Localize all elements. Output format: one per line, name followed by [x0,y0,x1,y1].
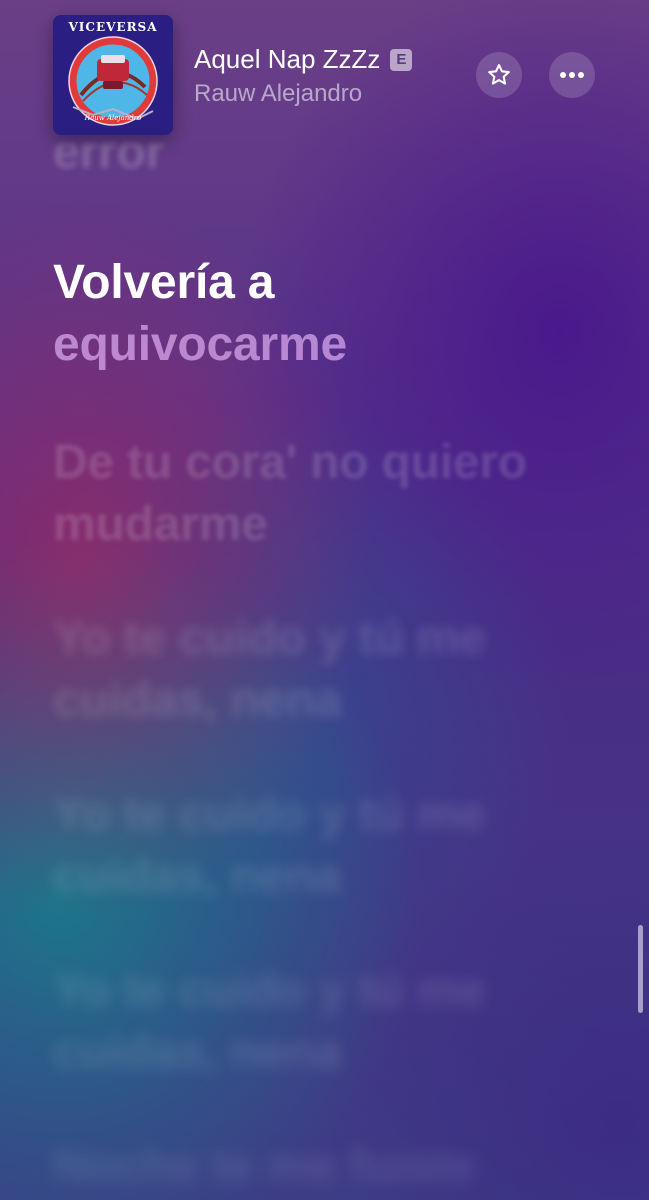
lyric-text: cuidas, nena [53,850,342,903]
lyric-text-pending: equivocarme [53,318,347,371]
lyric-text: Noche te me fuiste [53,1140,477,1193]
lyrics-view[interactable]: error Volvería a equivocarme De tu cora'… [53,144,613,1200]
lyric-line-upcoming[interactable]: Yo te cuido y tú me cuidas, nena [53,784,613,908]
now-playing-header: Rauw Alejandro VICEVERSA Aquel Nap ZzZz … [0,0,649,150]
album-artwork-image: Rauw Alejandro VICEVERSA [53,15,173,135]
artwork-title-text: VICEVERSA [67,20,157,34]
ellipsis-icon [560,72,584,78]
more-options-button[interactable] [549,52,595,98]
lyric-text: error [53,144,165,179]
lyric-line-current[interactable]: Volvería a equivocarme [53,252,613,376]
lyric-text: De tu cora' no quiero [53,436,527,489]
track-title-text: Aquel Nap ZzZz [194,44,381,74]
scrollbar-thumb[interactable] [638,925,643,1013]
lyric-text: mudarme [53,498,268,551]
explicit-badge: E [390,48,413,71]
favorite-button[interactable] [476,52,522,98]
artwork-signature: Rauw Alejandro [84,114,142,122]
track-artist[interactable]: Rauw Alejandro [194,80,362,108]
lyric-line-upcoming[interactable]: Noche te me fuiste [53,1136,613,1198]
lyric-text: Yo te cuido y tú me [53,964,486,1017]
lyric-text: Yo te cuido y tú me [53,612,486,665]
lyric-text: cuidas, nena [53,1026,342,1079]
lyric-text: cuidas, nena [53,674,342,727]
lyric-line-upcoming[interactable]: De tu cora' no quiero mudarme [53,432,613,556]
lyric-text: Yo te cuido y tú me [53,788,486,841]
track-title[interactable]: Aquel Nap ZzZz E [194,44,413,75]
lyric-text-sung: Volvería a [53,256,275,309]
lyric-line-previous[interactable]: error [53,144,613,190]
star-icon [488,64,510,85]
lyric-line-upcoming[interactable]: Yo te cuido y tú me cuidas, nena [53,608,613,732]
album-artwork[interactable]: Rauw Alejandro VICEVERSA [53,15,173,135]
lyric-line-upcoming[interactable]: Yo te cuido y tú me cuidas, nena [53,960,613,1084]
